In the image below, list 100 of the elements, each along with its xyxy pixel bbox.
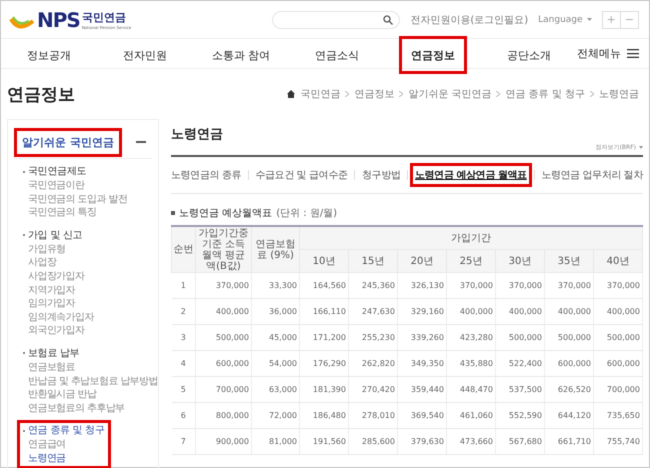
menu-item[interactable]: 사업장: [23, 256, 94, 270]
zoom-button[interactable]: +: [602, 12, 620, 28]
menu-item[interactable]: 국민연금의 도입과 발전: [23, 192, 128, 206]
table-cell: 379,630: [398, 428, 446, 454]
table-cell: 63,000: [252, 376, 300, 402]
sub-tab[interactable]: 노령연금 업무처리 절차: [541, 163, 643, 187]
table-cell: 500,000: [594, 324, 642, 350]
table-cell: 370,000: [496, 272, 544, 298]
breadcrumb-link[interactable]: 연금 종류 및 청구: [505, 87, 585, 101]
menu-item[interactable]: 임의가입자: [23, 297, 94, 311]
menu-item[interactable]: 외국인가입자: [23, 324, 94, 338]
sub-tab[interactable]: 노령연금 예상연금 월액표: [410, 163, 532, 187]
table-cell: 72,000: [252, 402, 300, 428]
menu-item[interactable]: 가입유형: [23, 242, 94, 256]
table-cell: 181,390: [300, 376, 348, 402]
table-cell: 245,360: [348, 272, 398, 298]
table-cell: 4: [172, 350, 196, 376]
column-header: 가입기간중 기준 소득월액 평균액(B값): [196, 226, 252, 272]
table-cell: 6: [172, 402, 196, 428]
logo-mark[interactable]: NPS: [37, 8, 80, 32]
page-title: 연금정보: [7, 84, 76, 106]
menu-item[interactable]: 반납금 및 추납보험료 납부방법: [23, 374, 158, 388]
all-menu-button[interactable]: 전체메뉴: [577, 39, 639, 68]
sub-tab[interactable]: 청구방법: [362, 163, 400, 187]
language-dropdown[interactable]: Language: [538, 14, 592, 24]
table-cell: 33,300: [252, 272, 300, 298]
table-cell: 700,000: [196, 376, 252, 402]
column-header: 10년: [300, 250, 348, 272]
table-cell: 400,000: [196, 298, 252, 324]
table-cell: 435,880: [446, 350, 496, 376]
column-header: 25년: [446, 250, 496, 272]
sub-tab[interactable]: 노령연금의 종류: [171, 163, 241, 187]
menu-item[interactable]: 국민연금이란: [23, 179, 128, 193]
menu-item[interactable]: 노령연금: [23, 452, 105, 466]
table-cell: 500,000: [496, 324, 544, 350]
column-header: 20년: [398, 250, 446, 272]
search-field[interactable]: [272, 10, 400, 28]
nav-item[interactable]: 연금소식: [303, 36, 371, 74]
menu-icon: [627, 49, 639, 58]
section-title: 노령연금 예상월액표: [179, 207, 272, 220]
table-cell: 176,290: [300, 350, 348, 376]
table-cell: 400,000: [594, 298, 642, 324]
bullet-icon: [171, 211, 175, 215]
nav-item[interactable]: 공단소개: [495, 36, 563, 74]
table-cell: 349,350: [398, 350, 446, 376]
sidebar-title[interactable]: 알기쉬운 국민연금: [14, 128, 122, 156]
column-header: 40년: [594, 250, 642, 272]
table-cell: 400,000: [446, 298, 496, 324]
table-cell: 800,000: [196, 402, 252, 428]
breadcrumb-link[interactable]: 노령연금: [599, 87, 639, 101]
menu-group-label[interactable]: 국민연금제도: [28, 164, 86, 179]
nav-item[interactable]: 정보공개: [15, 36, 83, 74]
table-cell: 370,000: [594, 272, 642, 298]
breadcrumb-link[interactable]: 국민연금: [300, 87, 340, 101]
home-icon[interactable]: [287, 90, 296, 98]
table-cell: 164,560: [300, 272, 348, 298]
table-cell: 522,400: [496, 350, 544, 376]
search-icon[interactable]: [383, 14, 394, 24]
table-cell: 278,010: [348, 402, 398, 428]
menu-group-label[interactable]: 보험료 납부: [28, 346, 80, 361]
menu-item[interactable]: 국민연금의 특징: [23, 206, 128, 220]
table-cell: 186,480: [300, 402, 348, 428]
chevron-icon: [345, 91, 350, 97]
table-cell: 400,000: [544, 298, 594, 324]
breadcrumb-link[interactable]: 연금정보: [354, 87, 394, 101]
menu-item[interactable]: 연금급여: [23, 438, 105, 452]
column-header: 순번: [172, 226, 196, 272]
menu-item[interactable]: 사업장가입자: [23, 270, 94, 284]
menu-group-label[interactable]: 가입 및 신고: [28, 228, 82, 243]
table-cell: 448,470: [446, 376, 496, 402]
table-cell: 473,660: [446, 428, 496, 454]
nav-item[interactable]: 소통과 참여: [207, 36, 275, 74]
table-cell: 400,000: [496, 298, 544, 324]
table-cell: 339,260: [398, 324, 446, 350]
nav-item[interactable]: 연금정보: [399, 36, 467, 74]
caret-icon: [639, 146, 643, 149]
sub-tab[interactable]: 수급요건 및 급여수준: [256, 163, 348, 187]
column-header: 연금보험료 (9%): [252, 226, 300, 272]
table-cell: 171,200: [300, 324, 348, 350]
table-cell: 370,000: [446, 272, 496, 298]
breadcrumb-link[interactable]: 알기쉬운 국민연금: [408, 87, 492, 101]
table-cell: 285,600: [348, 428, 398, 454]
table-cell: 1: [172, 272, 196, 298]
zoom-button[interactable]: −: [620, 12, 638, 28]
menu-item[interactable]: 임의계속가입자: [23, 310, 94, 324]
menu-item[interactable]: 지역가입자: [23, 284, 94, 298]
table-cell: 700,000: [594, 376, 642, 402]
menu-group-label[interactable]: 연금 종류 및 청구: [28, 423, 105, 438]
table-cell: 7: [172, 428, 196, 454]
menu-item[interactable]: 반환일시금 반납: [23, 388, 158, 402]
table-cell: 3: [172, 324, 196, 350]
table-cell: 191,560: [300, 428, 348, 454]
menu-item[interactable]: 연금보험료: [23, 360, 158, 375]
column-header: 35년: [544, 250, 594, 272]
table-cell: 537,500: [496, 376, 544, 402]
table-cell: 735,650: [594, 402, 642, 428]
login-link[interactable]: 전자민원이용(로그인필요): [410, 12, 528, 26]
table-cell: 552,590: [496, 402, 544, 428]
nav-item[interactable]: 전자민원: [111, 36, 179, 74]
menu-item[interactable]: 연금보험료의 추후납부: [23, 402, 158, 416]
